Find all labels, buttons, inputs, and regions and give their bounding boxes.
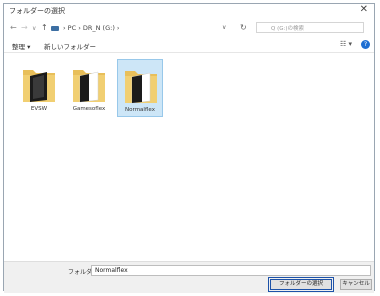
folder-item[interactable]: EVSW bbox=[16, 59, 62, 117]
close-icon[interactable]: ✕ bbox=[360, 4, 368, 15]
folder-name: EVSW bbox=[30, 106, 48, 112]
folder-icon bbox=[125, 71, 157, 104]
forward-arrow-icon[interactable]: → bbox=[21, 23, 28, 32]
folder-item[interactable]: Gamesoflex bbox=[66, 59, 112, 117]
cancel-button[interactable]: キャンセル bbox=[340, 279, 372, 290]
view-options-icon[interactable]: ☷ ▾ bbox=[340, 40, 352, 48]
search-input[interactable]: Q (G:)の検索 bbox=[256, 22, 364, 33]
folder-icon bbox=[73, 70, 105, 103]
up-arrow-icon[interactable]: ↑ bbox=[41, 23, 48, 32]
title-bar: フォルダーの選択 ✕ bbox=[4, 4, 374, 18]
window-title: フォルダーの選択 bbox=[9, 7, 65, 15]
folder-picker-dialog: フォルダーの選択 ✕ ← → ∨ ↑ › PC › DR_N (G:) › ∨ … bbox=[3, 3, 375, 293]
toolbar: 整理 ▾ 新しいフォルダー ☷ ▾ ? bbox=[4, 38, 374, 53]
new-folder-button[interactable]: 新しいフォルダー bbox=[44, 41, 96, 51]
recent-locations-chevron-icon[interactable]: ∨ bbox=[32, 25, 36, 32]
organize-menu-button[interactable]: 整理 ▾ bbox=[12, 41, 30, 51]
pc-icon bbox=[51, 26, 59, 31]
help-icon[interactable]: ? bbox=[361, 40, 370, 49]
refresh-icon[interactable]: ↻ bbox=[240, 23, 247, 32]
back-arrow-icon[interactable]: ← bbox=[10, 23, 17, 32]
select-folder-button[interactable]: フォルダーの選択 bbox=[267, 276, 335, 293]
folder-name: Gamesoflex bbox=[72, 106, 106, 112]
folder-name: Normalflex bbox=[125, 107, 155, 113]
address-row: ← → ∨ ↑ › PC › DR_N (G:) › ∨ ↻ Q (G:)の検索 bbox=[4, 20, 374, 36]
search-placeholder: Q (G:)の検索 bbox=[271, 26, 304, 32]
dialog-footer: フォルダー: Normalflex フォルダーの選択 キャンセル bbox=[4, 261, 374, 293]
address-dropdown-icon[interactable]: ∨ bbox=[222, 24, 226, 31]
folder-icon bbox=[23, 70, 55, 102]
folder-item-selected[interactable]: Normalflex bbox=[117, 59, 163, 117]
folder-list: EVSW Gamesoflex Normalflex bbox=[4, 53, 374, 261]
folder-name-field[interactable]: Normalflex bbox=[91, 265, 371, 276]
address-path[interactable]: › PC › DR_N (G:) › bbox=[63, 24, 120, 32]
